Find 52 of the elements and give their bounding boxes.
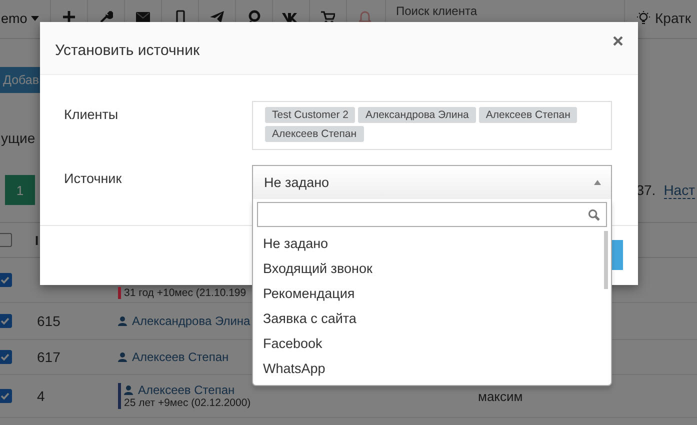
- circle-icon[interactable]: [248, 10, 260, 24]
- vk-icon[interactable]: [282, 12, 300, 22]
- id-cell: 4: [37, 388, 45, 404]
- user-icon: [118, 352, 127, 362]
- row-checkbox[interactable]: [0, 389, 12, 403]
- close-icon[interactable]: [613, 36, 623, 46]
- dropdown-search-field[interactable]: [257, 202, 607, 227]
- modal-title: Установить источник: [55, 42, 200, 58]
- clients-field[interactable]: Test Customer 2 Александрова Элина Алексеев Степан Алексеев Степан: [252, 101, 612, 150]
- wrench-icon[interactable]: [99, 10, 113, 24]
- dropdown-option[interactable]: Заявка с сайта: [257, 306, 607, 331]
- envelope-icon[interactable]: [136, 12, 150, 22]
- column-header: I: [35, 232, 39, 248]
- dropdown-option[interactable]: Не задано: [257, 231, 607, 256]
- lightbulb-icon: [637, 11, 650, 25]
- client-tag: Алексеев Степан: [265, 126, 364, 142]
- client-tag: Александрова Элина: [358, 107, 476, 123]
- tips-label[interactable]: Кратк: [655, 10, 691, 26]
- plus-icon[interactable]: [62, 10, 76, 24]
- caret-icon: [594, 180, 601, 185]
- id-cell: 615: [37, 313, 60, 329]
- client-link[interactable]: Александрова Элина: [132, 314, 250, 328]
- client-link[interactable]: Алексеев Степан: [138, 383, 235, 397]
- bell-icon[interactable]: [359, 10, 371, 24]
- row-checkbox[interactable]: [0, 314, 12, 328]
- row-checkbox[interactable]: [0, 273, 12, 287]
- settings-link[interactable]: Наст: [664, 182, 695, 198]
- section-title: ущие: [1, 129, 36, 148]
- account-dropdown[interactable]: emo: [0, 10, 50, 26]
- row-checkbox[interactable]: [0, 350, 12, 364]
- dropdown-option[interactable]: WhatsApp: [257, 356, 607, 381]
- id-cell: 617: [37, 349, 60, 365]
- age-text: 25 лет +9мес (02.12.2000): [124, 397, 251, 409]
- age-text: 31 год +10мес (21.10.199: [124, 287, 246, 299]
- field-label: Клиенты: [64, 106, 120, 122]
- field-label: Источник: [64, 170, 123, 186]
- user-icon: [124, 385, 133, 395]
- dropdown-option[interactable]: Входящий звонок: [257, 256, 607, 281]
- client-tag: Алексеев Степан: [478, 107, 578, 123]
- caret-icon: [31, 16, 40, 20]
- user-icon: [118, 316, 127, 326]
- search-icon: [588, 208, 600, 220]
- client-link[interactable]: Алексеев Степан: [132, 350, 229, 364]
- dropdown-option[interactable]: Рекомендация: [257, 281, 607, 306]
- manager-cell: максим: [478, 388, 523, 404]
- dropdown-option[interactable]: Facebook: [257, 331, 607, 356]
- source-select[interactable]: Не задано: [252, 165, 612, 199]
- cart-icon[interactable]: [321, 10, 335, 24]
- select-all-checkbox[interactable]: [0, 233, 12, 247]
- scrollbar[interactable]: [604, 231, 608, 289]
- phone-icon[interactable]: [176, 10, 184, 24]
- client-tag: Test Customer 2: [265, 107, 356, 123]
